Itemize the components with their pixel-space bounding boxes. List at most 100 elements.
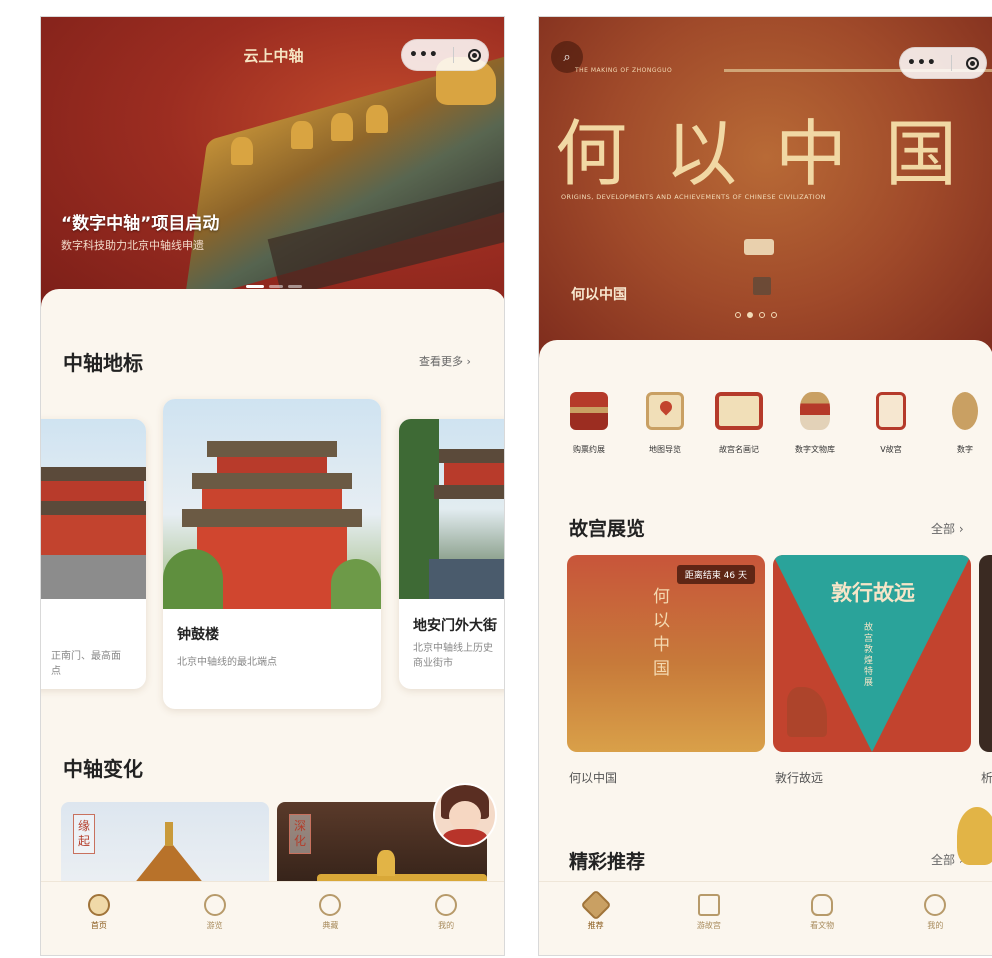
map-pin-icon — [646, 392, 684, 430]
exhibition-card[interactable] — [979, 555, 992, 752]
tab-label: 首页 — [90, 921, 107, 930]
landmarks-title: 中轴地标 — [63, 351, 143, 375]
landmark-card[interactable]: 正南门、最高面 点 — [41, 419, 146, 689]
pager-dot — [269, 285, 283, 288]
roof-tier — [192, 473, 352, 489]
recommend-title: 精彩推荐 — [569, 851, 646, 873]
banner-pager — [246, 285, 302, 288]
poster-title: 何以中国 — [653, 587, 670, 679]
guide-avatar[interactable] — [433, 783, 497, 847]
tab-me[interactable]: 我的 — [416, 894, 476, 931]
capsule-divider — [950, 55, 952, 71]
hero-banner[interactable]: 云上中轴 ••• “数字中轴”项目启动 数字科技助力北京中轴线申遗 — [41, 17, 504, 317]
mini-program-capsule[interactable]: ••• — [401, 39, 489, 71]
roof-beast-figure — [366, 105, 388, 133]
landmark-name: 地安门外大街 — [413, 618, 497, 634]
roof-tier — [434, 485, 504, 499]
tab-label: 典藏 — [322, 921, 339, 930]
profile-icon — [924, 894, 947, 916]
roof-tier — [439, 449, 504, 463]
exhibitions-more-link[interactable]: 全部 › — [931, 520, 964, 537]
banner-subtitle: 数字科技助力北京中轴线申遗 — [61, 239, 204, 252]
changes-title: 中轴变化 — [63, 757, 143, 781]
roof-tier — [207, 441, 337, 457]
roof-beast-figure — [331, 113, 353, 141]
pin-shape — [657, 398, 675, 416]
hero-banner[interactable]: ⌕ THE MAKING OF ZHONGGUO ••• 何以中国 ORIGIN… — [539, 17, 992, 367]
pager-dot — [759, 312, 765, 318]
roof-finial — [165, 822, 173, 846]
exhibition-name: 敦行故远 — [775, 771, 824, 785]
pager-dot — [735, 312, 741, 318]
profile-icon — [435, 894, 458, 916]
landmark-card[interactable]: 钟鼓楼 北京中轴线的最北端点 — [163, 399, 381, 709]
tab-me[interactable]: 我的 — [905, 894, 965, 931]
gate-icon — [697, 894, 720, 916]
banner-english-line: ORIGINS, DEVELOPMENTS AND ACHIEVEMENTS O… — [561, 193, 826, 201]
exhibition-card[interactable]: 距离结束 46 天 何以中国 — [567, 555, 765, 752]
landmarks-more-link[interactable]: 查看更多 › — [419, 353, 471, 369]
mini-program-capsule[interactable]: ••• — [899, 47, 987, 79]
more-menu-icon[interactable]: ••• — [907, 55, 937, 71]
landmark-desc: 正南门、最高面 点 — [51, 651, 121, 677]
tab-bar: 推荐 游故宫 看文物 我的 — [539, 881, 992, 955]
days-left-badge: 距离结束 46 天 — [676, 565, 755, 584]
tree-shape — [163, 549, 223, 609]
exhibition-name: 析 — [981, 771, 992, 785]
museum-logo — [753, 277, 771, 295]
roof-beast-figure — [231, 137, 253, 165]
banner-pager — [735, 312, 777, 318]
tab-bar: 首页 游览 典藏 我的 — [41, 881, 504, 955]
tab-label: 游故宫 — [696, 921, 721, 930]
tab-home[interactable]: 首页 — [69, 894, 129, 931]
pager-dot — [771, 312, 777, 318]
banner-strip-text: THE MAKING OF ZHONGGUO — [575, 67, 673, 74]
avatar-face — [449, 801, 481, 831]
tab-relics[interactable]: 看文物 — [792, 894, 852, 931]
landmark-card[interactable]: 地安门外大街 北京中轴线上历史 商业街市 — [399, 419, 504, 689]
landmark-desc: 北京中轴线的最北端点 — [177, 657, 277, 668]
right-phone-screen: ⌕ THE MAKING OF ZHONGGUO ••• 何以中国 ORIGIN… — [538, 16, 992, 956]
quick-entry-vpalace[interactable]: V故宫 — [861, 392, 921, 455]
close-target-icon[interactable] — [467, 48, 481, 62]
avatar-body — [443, 829, 487, 845]
scroll-painting-icon — [715, 392, 763, 430]
roof-beast-figure — [291, 121, 313, 149]
quick-entry-tickets[interactable]: 购票约展 — [559, 392, 619, 455]
tab-label: 我的 — [438, 921, 455, 930]
tab-collection[interactable]: 典藏 — [300, 894, 360, 931]
close-target-icon[interactable] — [965, 56, 979, 70]
left-phone-screen: 云上中轴 ••• “数字中轴”项目启动 数字科技助力北京中轴线申遗 中轴地标 查… — [40, 16, 505, 956]
pager-dot — [288, 285, 302, 288]
tab-recommend[interactable]: 推荐 — [566, 889, 626, 931]
tab-label: 游览 — [206, 921, 223, 930]
landmark-name: 钟鼓楼 — [177, 627, 219, 643]
vase-icon — [811, 894, 834, 916]
tab-palace[interactable]: 游故宫 — [679, 894, 739, 931]
banner-big-title: 何以中国 — [555, 112, 992, 196]
tree-shape — [331, 559, 381, 609]
banner-headline: “数字中轴”项目启动 — [61, 214, 220, 234]
digital-icon — [952, 392, 978, 430]
exhibition-card[interactable]: 敦行故远 故宫敦煌特展 — [773, 555, 971, 752]
landmark-photo — [399, 419, 504, 599]
wall-tier — [444, 463, 504, 485]
quick-entry-paintings[interactable]: 故宫名画记 — [709, 392, 769, 455]
wall-tier — [41, 515, 146, 555]
landmark-photo — [41, 419, 146, 599]
quick-entry-map[interactable]: 地图导览 — [635, 392, 695, 455]
home-icon — [87, 894, 110, 916]
tab-tour[interactable]: 游览 — [185, 894, 245, 931]
mascot-figure[interactable] — [957, 807, 992, 865]
pager-dot — [747, 312, 753, 318]
quick-entry-label: 数字 — [957, 445, 973, 454]
base-tier — [41, 555, 146, 599]
window-lattice-icon — [876, 392, 906, 430]
quick-entry-digital[interactable]: 数字 — [935, 392, 992, 455]
roof-tier — [41, 501, 146, 515]
collection-icon — [319, 894, 342, 916]
street-shape — [429, 559, 504, 599]
exhibition-name: 何以中国 — [569, 771, 618, 785]
quick-entry-relics[interactable]: 数字文物库 — [785, 392, 845, 455]
more-menu-icon[interactable]: ••• — [409, 47, 439, 63]
